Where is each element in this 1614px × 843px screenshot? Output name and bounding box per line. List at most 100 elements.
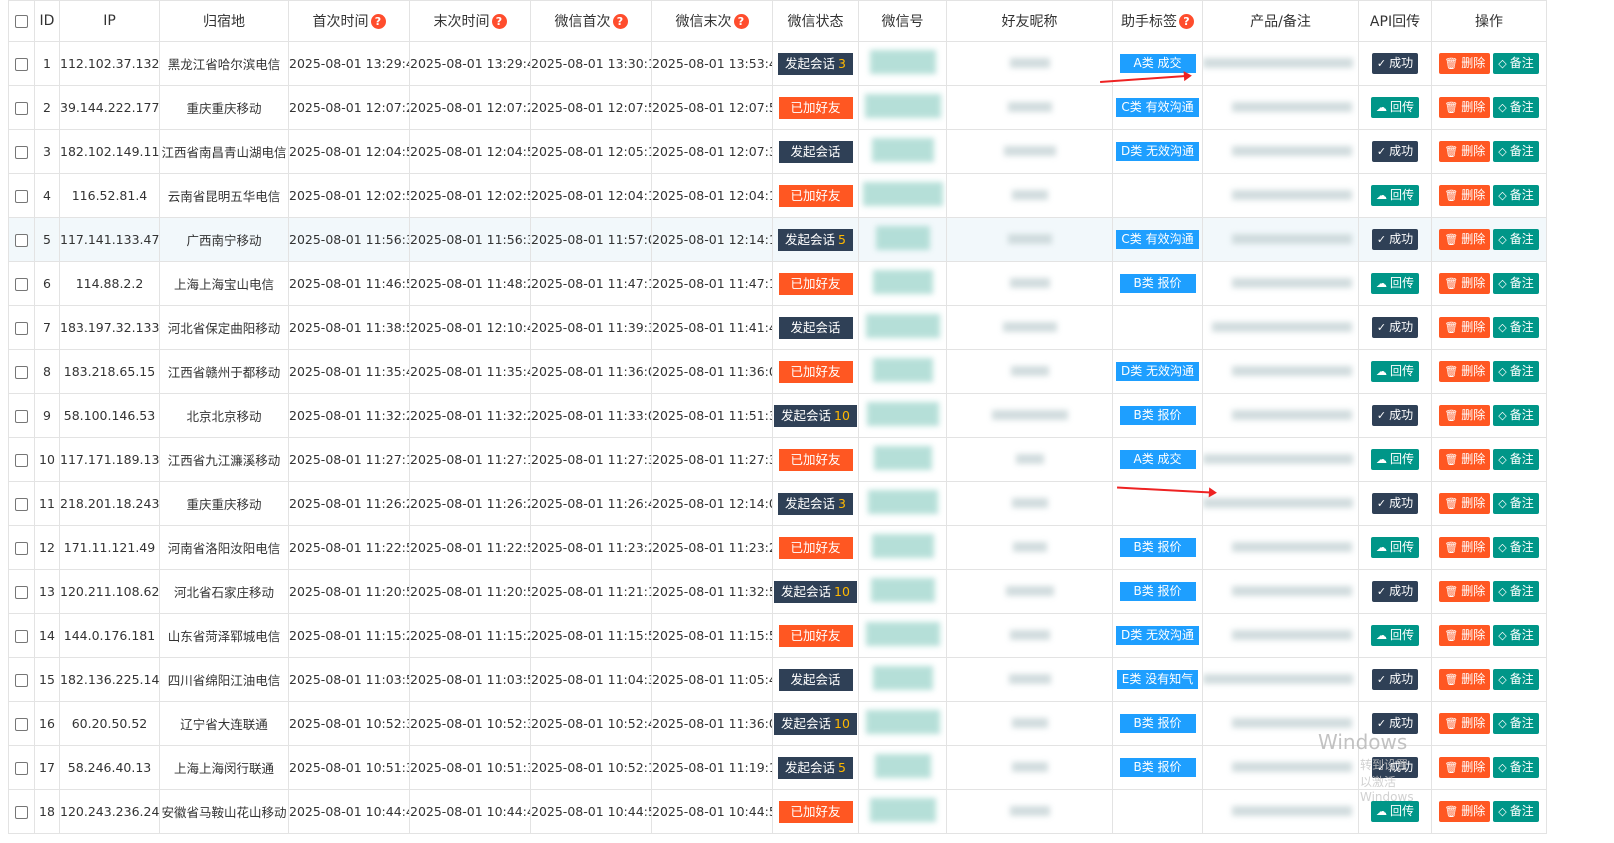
callback-success-button[interactable]: ✓ 成功: [1371, 581, 1419, 602]
help-icon[interactable]: ?: [370, 14, 386, 29]
callback-success-label: 成功: [1389, 584, 1414, 598]
delete-label: 删除: [1461, 540, 1486, 554]
callback-success-button[interactable]: ✓ 成功: [1371, 229, 1419, 250]
wechat-last-time-cell-text: 2025-08-01 11:15:59: [652, 628, 773, 643]
callback-button[interactable]: ☁ 回传: [1370, 537, 1419, 558]
callback-button[interactable]: ☁ 回传: [1370, 625, 1419, 646]
delete-button[interactable]: 🗑 删除: [1439, 449, 1491, 470]
wechat-last-time-cell-text: 2025-08-01 11:27:39: [652, 452, 773, 467]
note-button[interactable]: ◇ 备注: [1493, 581, 1539, 602]
wechat-status-cell: 发起会话 10: [772, 701, 859, 746]
row-checkbox[interactable]: [15, 542, 28, 555]
callback-button[interactable]: ☁ 回传: [1370, 449, 1419, 470]
note-button[interactable]: ◇ 备注: [1493, 625, 1539, 646]
actions-cell: 🗑 删除 ◇ 备注: [1431, 745, 1547, 790]
callback-success-button[interactable]: ✓ 成功: [1371, 493, 1419, 514]
wechat-last-time-cell-text: 2025-08-01 11:36:07: [652, 364, 773, 379]
delete-button[interactable]: 🗑 删除: [1439, 361, 1491, 382]
tag-icon: ◇: [1498, 805, 1507, 818]
delete-button[interactable]: 🗑 删除: [1439, 801, 1491, 822]
callback-success-button[interactable]: ✓ 成功: [1371, 405, 1419, 426]
callback-button[interactable]: ☁ 回传: [1370, 801, 1419, 822]
callback-success-button[interactable]: ✓ 成功: [1371, 53, 1419, 74]
delete-button[interactable]: 🗑 删除: [1439, 185, 1491, 206]
delete-button[interactable]: 🗑 删除: [1439, 317, 1491, 338]
note-button[interactable]: ◇ 备注: [1493, 273, 1539, 294]
delete-button[interactable]: 🗑 删除: [1439, 713, 1491, 734]
help-icon[interactable]: ?: [491, 14, 507, 29]
row-checkbox[interactable]: [15, 322, 28, 335]
callback-button[interactable]: ☁ 回传: [1370, 361, 1419, 382]
note-button[interactable]: ◇ 备注: [1493, 405, 1539, 426]
note-button[interactable]: ◇ 备注: [1493, 801, 1539, 822]
callback-button[interactable]: ☁ 回传: [1370, 185, 1419, 206]
delete-label: 删除: [1461, 760, 1486, 774]
row-checkbox[interactable]: [15, 190, 28, 203]
row-checkbox[interactable]: [15, 234, 28, 247]
row-checkbox[interactable]: [15, 762, 28, 775]
id-cell: 17: [34, 745, 60, 790]
row-checkbox[interactable]: [15, 498, 28, 511]
wechat-status-badge: 发起会话 10: [774, 712, 857, 735]
callback-button[interactable]: ☁ 回传: [1370, 273, 1419, 294]
delete-button[interactable]: 🗑 删除: [1439, 141, 1491, 162]
note-button[interactable]: ◇ 备注: [1493, 97, 1539, 118]
note-button[interactable]: ◇ 备注: [1493, 669, 1539, 690]
wechat-id-cell: [858, 481, 947, 526]
tag-icon: ◇: [1498, 277, 1507, 290]
cloud-upload-icon: ☁: [1375, 365, 1387, 378]
row-checkbox[interactable]: [15, 586, 28, 599]
wechat-status-badge: 发起会话 10: [774, 404, 857, 427]
note-button[interactable]: ◇ 备注: [1493, 713, 1539, 734]
help-icon[interactable]: ?: [612, 14, 628, 29]
delete-button[interactable]: 🗑 删除: [1439, 669, 1491, 690]
row-checkbox[interactable]: [15, 806, 28, 819]
row-checkbox[interactable]: [15, 674, 28, 687]
row-checkbox[interactable]: [15, 454, 28, 467]
help-icon[interactable]: ?: [733, 14, 749, 29]
row-checkbox[interactable]: [15, 102, 28, 115]
tag-icon: ◇: [1498, 57, 1507, 70]
wechat-first-time-cell: 2025-08-01 11:04:31: [530, 657, 652, 702]
note-button[interactable]: ◇ 备注: [1493, 757, 1539, 778]
delete-button[interactable]: 🗑 删除: [1439, 53, 1491, 74]
delete-button[interactable]: 🗑 删除: [1439, 229, 1491, 250]
nickname-cell: [946, 481, 1113, 526]
redacted-nickname: [1009, 630, 1050, 640]
id-cell-text: 13: [39, 584, 55, 599]
row-checkbox[interactable]: [15, 366, 28, 379]
delete-button[interactable]: 🗑 删除: [1439, 405, 1491, 426]
row-checkbox[interactable]: [15, 630, 28, 643]
row-checkbox[interactable]: [15, 146, 28, 159]
delete-button[interactable]: 🗑 删除: [1439, 537, 1491, 558]
note-button[interactable]: ◇ 备注: [1493, 361, 1539, 382]
note-button[interactable]: ◇ 备注: [1493, 537, 1539, 558]
note-button[interactable]: ◇ 备注: [1493, 229, 1539, 250]
note-button[interactable]: ◇ 备注: [1493, 185, 1539, 206]
note-button[interactable]: ◇ 备注: [1493, 317, 1539, 338]
delete-button[interactable]: 🗑 删除: [1439, 273, 1491, 294]
select-all-checkbox[interactable]: [15, 14, 28, 28]
callback-button[interactable]: ☁ 回传: [1370, 97, 1419, 118]
note-button[interactable]: ◇ 备注: [1493, 449, 1539, 470]
row-checkbox[interactable]: [15, 278, 28, 291]
row-checkbox[interactable]: [15, 718, 28, 731]
row-checkbox[interactable]: [15, 58, 28, 71]
callback-success-button[interactable]: ✓ 成功: [1371, 669, 1419, 690]
tag-icon: ◇: [1498, 629, 1507, 642]
delete-button[interactable]: 🗑 删除: [1439, 97, 1491, 118]
note-button[interactable]: ◇ 备注: [1493, 493, 1539, 514]
callback-success-button[interactable]: ✓ 成功: [1371, 141, 1419, 162]
delete-button[interactable]: 🗑 删除: [1439, 757, 1491, 778]
note-button[interactable]: ◇ 备注: [1493, 53, 1539, 74]
note-label: 备注: [1509, 56, 1534, 70]
row-checkbox[interactable]: [15, 410, 28, 423]
location-cell: 辽宁省大连联通: [159, 701, 289, 746]
delete-button[interactable]: 🗑 删除: [1439, 493, 1491, 514]
callback-success-button[interactable]: ✓ 成功: [1371, 317, 1419, 338]
api-callback-cell: ☁ 回传: [1358, 85, 1432, 130]
note-button[interactable]: ◇ 备注: [1493, 141, 1539, 162]
delete-button[interactable]: 🗑 删除: [1439, 625, 1491, 646]
help-icon[interactable]: ?: [1179, 14, 1194, 29]
delete-button[interactable]: 🗑 删除: [1439, 581, 1491, 602]
